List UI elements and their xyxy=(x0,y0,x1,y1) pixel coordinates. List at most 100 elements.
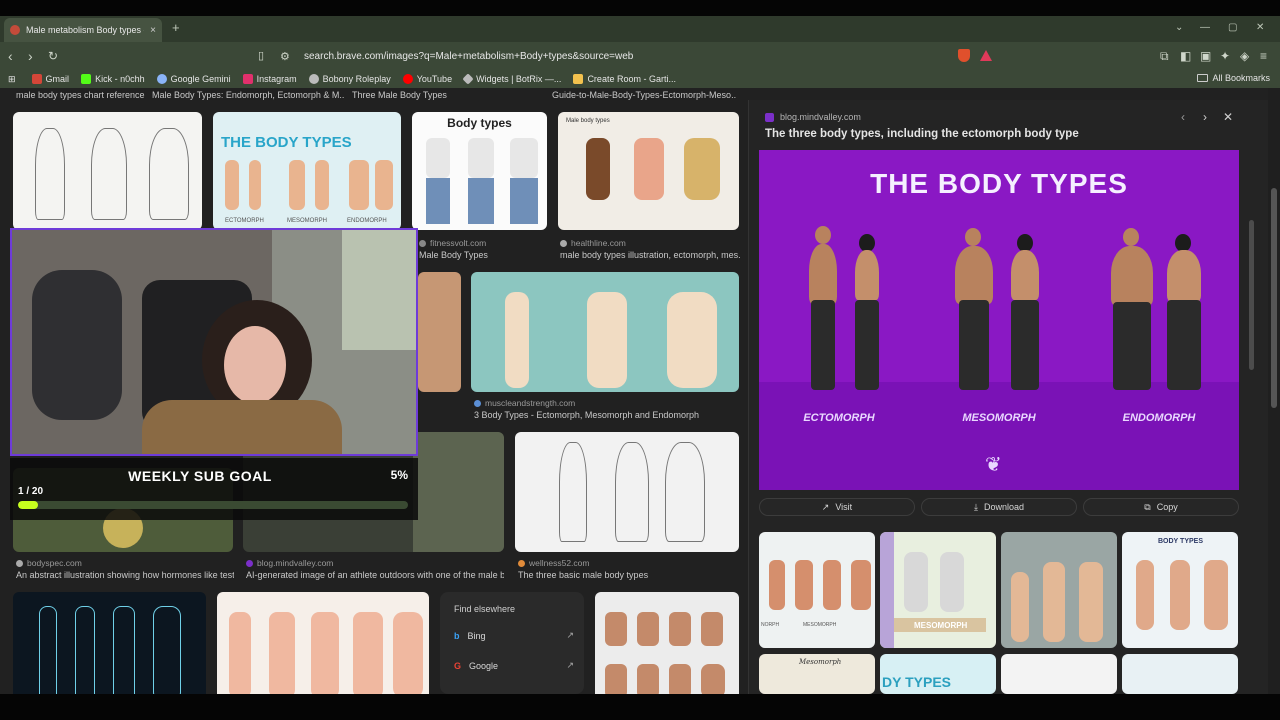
brave-shields-icon[interactable] xyxy=(958,49,970,62)
bookmark-gartic[interactable]: Create Room - Garti... xyxy=(573,74,676,84)
brave-rewards-icon[interactable] xyxy=(980,50,992,61)
result-image-body-fat-chart[interactable] xyxy=(595,592,739,694)
bookmark-youtube[interactable]: YouTube xyxy=(402,74,453,84)
leo-ai-icon[interactable]: ✦ xyxy=(1220,49,1230,63)
back-icon[interactable]: ‹ xyxy=(8,48,13,64)
result-source[interactable]: muscleandstrength.com xyxy=(474,398,575,408)
botrix-icon xyxy=(462,73,474,85)
related-image[interactable]: MESOMORPH xyxy=(880,532,996,648)
find-google-link[interactable]: G Google ↗ xyxy=(454,660,574,671)
wallet-icon[interactable]: ▣ xyxy=(1200,49,1211,63)
result-source[interactable]: healthline.com xyxy=(560,238,626,248)
bookmark-page-icon[interactable]: ▯ xyxy=(258,49,264,62)
site-settings-icon[interactable]: ⚙ xyxy=(280,50,292,63)
result-source[interactable]: fitnessvolt.com xyxy=(419,238,486,248)
related-image[interactable] xyxy=(1001,654,1117,694)
result-caption[interactable]: Male Body Types: Endomorph, Ectomorph & … xyxy=(152,90,344,100)
result-image-muscle-man[interactable] xyxy=(418,272,461,392)
mindvalley-icon xyxy=(765,112,774,122)
related-image[interactable] xyxy=(1122,654,1238,694)
result-image-body-types-white[interactable]: Body types xyxy=(412,112,547,230)
next-image-icon[interactable]: › xyxy=(1203,110,1207,124)
result-caption[interactable]: Male Body Types xyxy=(419,250,549,260)
result-image-five-men[interactable] xyxy=(217,592,429,694)
vpn-icon[interactable]: ◈ xyxy=(1240,49,1249,63)
address-toolbar: ‹ › ↻ ▯ ⚙ search.brave.com/images?q=Male… xyxy=(0,42,1280,70)
tab-close-icon[interactable]: × xyxy=(150,25,156,36)
result-source[interactable]: blog.mindvalley.com xyxy=(246,558,333,568)
prev-image-icon[interactable]: ‹ xyxy=(1181,110,1185,124)
copy-icon: ⧉ xyxy=(1144,501,1151,512)
related-image[interactable]: BODY TYPES xyxy=(1122,532,1238,648)
bookmark-kick[interactable]: Kick - n0chh xyxy=(81,74,145,84)
source-site: healthline.com xyxy=(571,238,626,248)
sub-goal-widget: WEEKLY SUB GOAL 5% 1 / 20 xyxy=(10,458,418,520)
related-image[interactable]: NORPH MESOMORPH xyxy=(759,532,875,648)
result-image-body-types-blue[interactable]: THE BODY TYPES ECTOMORPH MESOMORPH ENDOM… xyxy=(213,112,401,230)
all-bookmarks-button[interactable]: All Bookmarks xyxy=(1197,73,1270,83)
copy-button[interactable]: ⧉ Copy xyxy=(1083,498,1239,516)
bookmark-gemini[interactable]: Google Gemini xyxy=(156,74,231,84)
result-caption[interactable]: The three basic male body types xyxy=(518,570,738,580)
source-site: bodyspec.com xyxy=(27,558,82,568)
hero-label: MESOMORPH xyxy=(962,412,1036,424)
mindvalley-logo-icon: ❦ xyxy=(985,454,1002,476)
extensions-icon[interactable]: ⧉ xyxy=(1160,49,1169,64)
result-caption[interactable]: AI-generated image of an athlete outdoor… xyxy=(246,570,504,580)
close-preview-icon[interactable]: ✕ xyxy=(1223,110,1233,124)
globe-icon xyxy=(308,74,319,84)
bookmark-bobony[interactable]: Bobony Roleplay xyxy=(308,74,391,84)
maximize-icon[interactable]: ▢ xyxy=(1228,22,1237,33)
forward-icon[interactable]: › xyxy=(28,48,33,64)
panel-scrollbar[interactable] xyxy=(1249,220,1254,370)
menu-icon[interactable]: ≡ xyxy=(1260,49,1267,63)
result-source[interactable]: bodyspec.com xyxy=(16,558,82,568)
reload-icon[interactable]: ↻ xyxy=(48,49,58,63)
bookmark-label: YouTube xyxy=(416,74,453,84)
result-caption[interactable]: 3 Body Types - Ectomorph, Mesomorph and … xyxy=(474,410,740,420)
page-scrollbar[interactable] xyxy=(1268,88,1280,694)
download-button[interactable]: ⤓ Download xyxy=(921,498,1077,516)
sidebar-icon[interactable]: ◧ xyxy=(1180,49,1191,63)
result-image-wellness52[interactable] xyxy=(515,432,739,552)
hero-label: ECTOMORPH xyxy=(803,412,875,424)
related-image[interactable]: Mesomorph xyxy=(759,654,875,694)
tab-active[interactable]: Male metabolism Body types - B × xyxy=(4,18,162,42)
result-image-healthline[interactable]: Male body types xyxy=(558,112,739,230)
url-field[interactable]: ⚙ search.brave.com/images?q=Male+metabol… xyxy=(280,46,950,66)
result-caption[interactable]: male body types chart reference xyxy=(16,90,146,100)
bookmark-label: Google Gemini xyxy=(170,74,231,84)
find-item-label: Bing xyxy=(467,630,486,641)
preview-image[interactable]: THE BODY TYPES ECTOMORPH MESOMORPH ENDOM… xyxy=(759,150,1239,490)
tab-search-icon[interactable]: ⌄ xyxy=(1175,22,1183,33)
preview-site: blog.mindvalley.com xyxy=(780,112,861,122)
share-arrow-icon: ↗ xyxy=(566,630,574,640)
bookmark-instagram[interactable]: Instagram xyxy=(242,74,297,84)
result-caption[interactable]: male body types illustration, ectomorph,… xyxy=(560,250,740,260)
result-image-line-drawing[interactable] xyxy=(13,112,202,230)
result-image-xray-bodies[interactable] xyxy=(13,592,206,694)
related-image[interactable] xyxy=(1001,532,1117,648)
new-tab-button[interactable]: + xyxy=(172,20,180,35)
bookmark-label: Widgets | BotRix —... xyxy=(476,74,562,84)
preview-title[interactable]: The three body types, including the ecto… xyxy=(765,128,1079,140)
thumb-title: Body types xyxy=(447,116,512,130)
related-image[interactable]: DY TYPES xyxy=(880,654,996,694)
download-icon: ⤓ xyxy=(973,501,978,512)
preview-source[interactable]: blog.mindvalley.com xyxy=(765,112,861,122)
apps-icon[interactable]: ⊞ xyxy=(8,74,16,85)
result-image-muscleandstrength[interactable] xyxy=(471,272,739,392)
find-bing-link[interactable]: b Bing ↗ xyxy=(454,630,574,641)
visit-button[interactable]: ↗ Visit xyxy=(759,498,915,516)
result-caption[interactable]: An abstract illustration showing how hor… xyxy=(16,570,234,580)
external-link-icon: ↗ xyxy=(821,501,830,512)
result-caption[interactable]: Three Male Body Types xyxy=(352,90,462,100)
bookmark-botrix[interactable]: Widgets | BotRix —... xyxy=(462,73,562,85)
minimize-icon[interactable]: — xyxy=(1200,22,1210,33)
bookmark-gmail[interactable]: Gmail xyxy=(31,74,69,84)
result-source[interactable]: wellness52.com xyxy=(518,558,589,568)
find-item-label: Google xyxy=(469,660,499,671)
page-scrollbar-thumb[interactable] xyxy=(1271,188,1277,408)
window-close-icon[interactable]: ✕ xyxy=(1256,22,1264,33)
result-caption[interactable]: Guide-to-Male-Body-Types-Ectomorph-Meso.… xyxy=(552,90,736,100)
